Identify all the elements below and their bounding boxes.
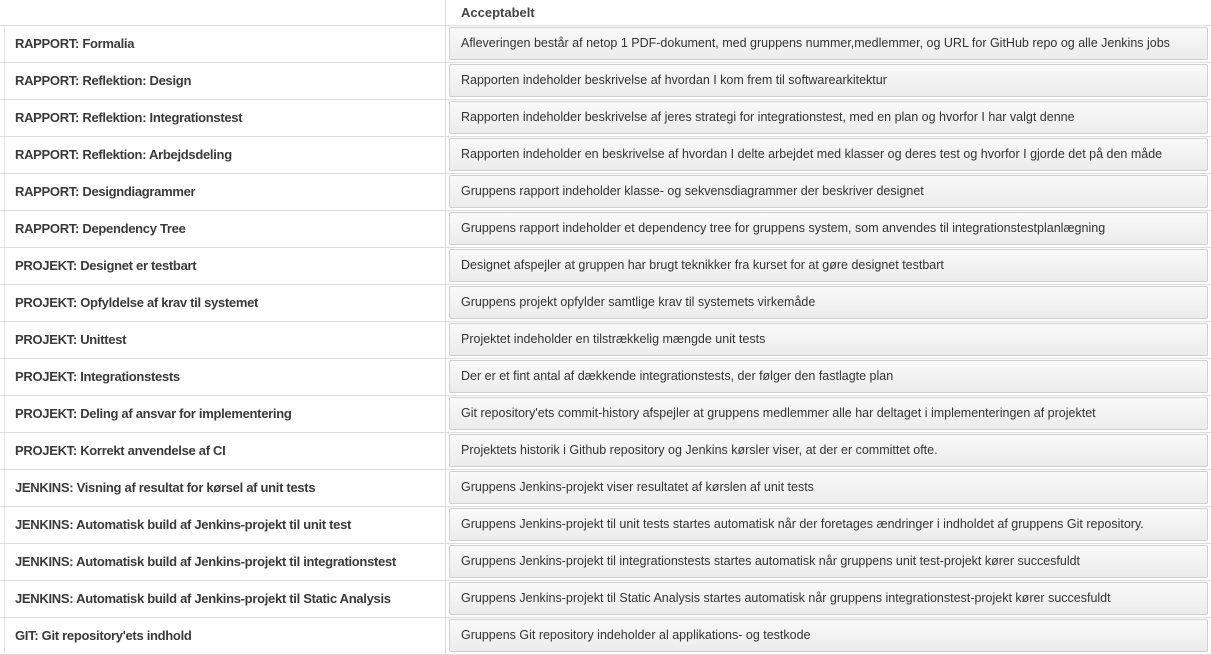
rubric-row: PROJEKT: Designet er testbart Designet a… — [0, 248, 1211, 285]
rubric-row: JENKINS: Automatisk build af Jenkins-pro… — [0, 581, 1211, 618]
rubric-row: RAPPORT: Dependency Tree Gruppens rappor… — [0, 211, 1211, 248]
criterion-label: RAPPORT: Reflektion: Design — [4, 63, 446, 99]
rubric-row: PROJEKT: Integrationstests Der er et fin… — [0, 359, 1211, 396]
rubric-table: Acceptabelt RAPPORT: Formalia Aflevering… — [0, 0, 1211, 655]
criterion-label: RAPPORT: Formalia — [4, 26, 446, 62]
level-description-button[interactable]: Gruppens rapport indeholder klasse- og s… — [449, 175, 1208, 208]
rubric-row: PROJEKT: Korrekt anvendelse af CI Projek… — [0, 433, 1211, 470]
rubric-row: GIT: Git repository'ets indhold Gruppens… — [0, 618, 1211, 655]
rubric-row: RAPPORT: Formalia Afleveringen består af… — [0, 26, 1211, 63]
criterion-label: RAPPORT: Dependency Tree — [4, 211, 446, 247]
rubric-header-row: Acceptabelt — [0, 0, 1211, 26]
rubric-row: PROJEKT: Opfyldelse af krav til systemet… — [0, 285, 1211, 322]
level-description-button[interactable]: Rapporten indeholder beskrivelse af jere… — [449, 101, 1208, 134]
rubric-row: RAPPORT: Reflektion: Design Rapporten in… — [0, 63, 1211, 100]
level-header-acceptabelt: Acceptabelt — [461, 5, 535, 20]
level-description-button[interactable]: Gruppens rapport indeholder et dependenc… — [449, 212, 1208, 245]
rubric-rows: RAPPORT: Formalia Afleveringen består af… — [0, 26, 1211, 655]
criterion-label: PROJEKT: Unittest — [4, 322, 446, 358]
criterion-label: PROJEKT: Korrekt anvendelse af CI — [4, 433, 446, 469]
level-description-button[interactable]: Designet afspejler at gruppen har brugt … — [449, 249, 1208, 282]
level-description-button[interactable]: Projektet indeholder en tilstrækkelig mæ… — [449, 323, 1208, 356]
level-description-button[interactable]: Gruppens Jenkins-projekt til unit tests … — [449, 508, 1208, 541]
rubric-row: JENKINS: Visning af resultat for kørsel … — [0, 470, 1211, 507]
criterion-label: PROJEKT: Deling af ansvar for implemente… — [4, 396, 446, 432]
criterion-label: JENKINS: Automatisk build af Jenkins-pro… — [4, 507, 446, 543]
criterion-label: RAPPORT: Reflektion: Integrationstest — [4, 100, 446, 136]
rubric-row: RAPPORT: Designdiagrammer Gruppens rappo… — [0, 174, 1211, 211]
criterion-label: RAPPORT: Reflektion: Arbejdsdeling — [4, 137, 446, 173]
rubric-row: JENKINS: Automatisk build af Jenkins-pro… — [0, 507, 1211, 544]
rubric-row: PROJEKT: Unittest Projektet indeholder e… — [0, 322, 1211, 359]
level-description-button[interactable]: Projektets historik i Github repository … — [449, 434, 1208, 467]
criterion-label: JENKINS: Automatisk build af Jenkins-pro… — [4, 581, 446, 617]
level-description-button[interactable]: Afleveringen består af netop 1 PDF-dokum… — [449, 27, 1208, 60]
rubric-row: RAPPORT: Reflektion: Arbejdsdeling Rappo… — [0, 137, 1211, 174]
criterion-label: PROJEKT: Designet er testbart — [4, 248, 446, 284]
criterion-label: PROJEKT: Opfyldelse af krav til systemet — [4, 285, 446, 321]
criterion-label: JENKINS: Automatisk build af Jenkins-pro… — [4, 544, 446, 580]
rubric-row: RAPPORT: Reflektion: Integrationstest Ra… — [0, 100, 1211, 137]
criteria-header-cell — [4, 0, 446, 26]
level-description-button[interactable]: Rapporten indeholder beskrivelse af hvor… — [449, 64, 1208, 97]
level-description-button[interactable]: Rapporten indeholder en beskrivelse af h… — [449, 138, 1208, 171]
level-description-button[interactable]: Gruppens Jenkins-projekt til Static Anal… — [449, 582, 1208, 615]
level-description-button[interactable]: Gruppens projekt opfylder samtlige krav … — [449, 286, 1208, 319]
level-description-button[interactable]: Gruppens Jenkins-projekt viser resultate… — [449, 471, 1208, 504]
rubric-row: JENKINS: Automatisk build af Jenkins-pro… — [0, 544, 1211, 581]
criterion-label: GIT: Git repository'ets indhold — [4, 618, 446, 654]
level-description-button[interactable]: Gruppens Jenkins-projekt til integration… — [449, 545, 1208, 578]
criterion-label: RAPPORT: Designdiagrammer — [4, 174, 446, 210]
level-description-button[interactable]: Der er et fint antal af dækkende integra… — [449, 360, 1208, 393]
rubric-row: PROJEKT: Deling af ansvar for implemente… — [0, 396, 1211, 433]
criterion-label: PROJEKT: Integrationstests — [4, 359, 446, 395]
criterion-label: JENKINS: Visning af resultat for kørsel … — [4, 470, 446, 506]
level-description-button[interactable]: Git repository'ets commit-history afspej… — [449, 397, 1208, 430]
level-description-button[interactable]: Gruppens Git repository indeholder al ap… — [449, 619, 1208, 652]
